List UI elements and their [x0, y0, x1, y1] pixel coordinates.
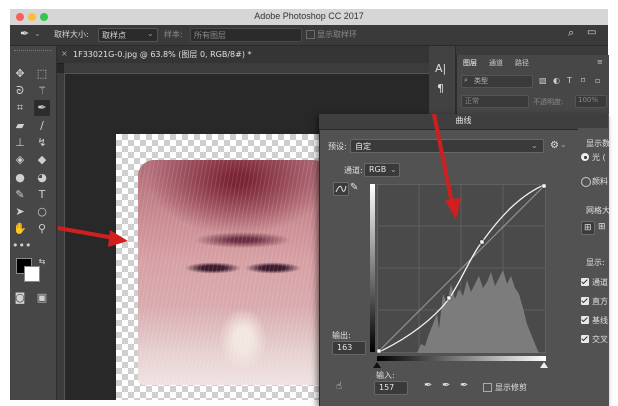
annotation-overlay: [57, 113, 461, 247]
annotation-arrow-curve: [432, 113, 461, 220]
annotation-arrow-left: [57, 226, 128, 247]
